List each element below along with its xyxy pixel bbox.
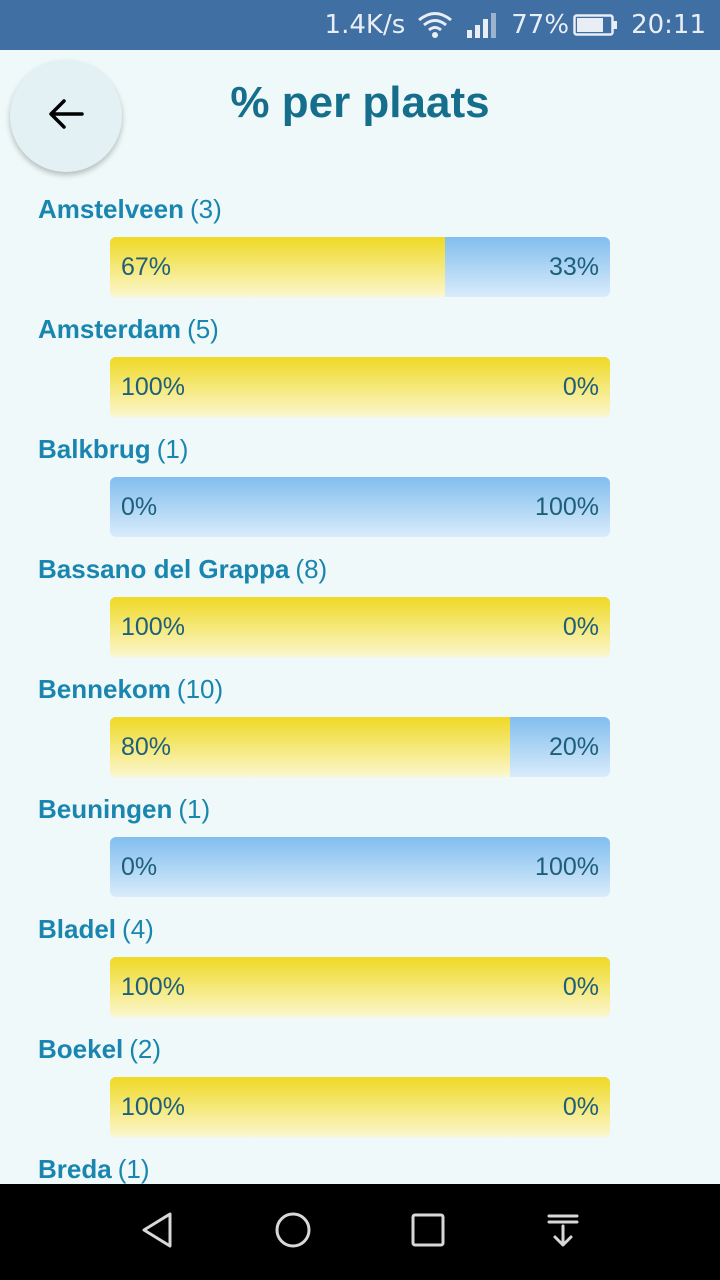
- percentage-bar-fill: [110, 597, 610, 657]
- list-item[interactable]: Breda (1): [0, 1140, 720, 1184]
- page-title: % per plaats: [230, 78, 490, 127]
- list-item[interactable]: Bassano del Grappa (8) 100% 0%: [0, 540, 720, 660]
- list-item[interactable]: Boekel (2) 100% 0%: [0, 1020, 720, 1140]
- battery-icon: [573, 13, 619, 37]
- left-percentage: 0%: [121, 852, 158, 881]
- nav-back-button[interactable]: [128, 1202, 188, 1262]
- place-label: Balkbrug (1): [38, 434, 188, 465]
- percentage-bar: 0% 100%: [110, 837, 610, 897]
- left-percentage: 100%: [121, 1092, 185, 1121]
- place-count: (1): [117, 1154, 150, 1184]
- place-count: (2): [129, 1034, 162, 1064]
- left-percentage: 67%: [121, 252, 172, 281]
- place-label: Bladel (4): [38, 914, 154, 945]
- home-circle-icon: [273, 1210, 313, 1255]
- list-item[interactable]: Amstelveen (3) 67% 33%: [0, 180, 720, 300]
- percentage-bar-fill: [110, 1077, 610, 1137]
- place-label: Bassano del Grappa (8): [38, 554, 327, 585]
- place-label: Breda (1): [38, 1154, 149, 1184]
- place-count: (3): [189, 194, 222, 224]
- place-label: Bennekom (10): [38, 674, 223, 705]
- percentage-bar: 67% 33%: [110, 237, 610, 297]
- percentage-bar: 0% 100%: [110, 477, 610, 537]
- right-percentage: 0%: [562, 1092, 599, 1121]
- place-name: Amsterdam: [38, 314, 182, 344]
- right-percentage: 20%: [548, 732, 599, 761]
- place-label: Boekel (2): [38, 1034, 161, 1065]
- navigation-bar: [0, 1184, 720, 1280]
- place-count: (5): [187, 314, 219, 344]
- percentage-bar: 100% 0%: [110, 597, 610, 657]
- place-name: Balkbrug: [38, 434, 151, 464]
- nav-recents-button[interactable]: [398, 1202, 458, 1262]
- place-name: Amstelveen: [38, 194, 184, 224]
- place-name: Bassano del Grappa: [38, 554, 290, 584]
- right-percentage: 33%: [548, 252, 599, 281]
- list-item[interactable]: Bennekom (10) 80% 20%: [0, 660, 720, 780]
- place-count: (1): [156, 434, 189, 464]
- right-percentage: 100%: [535, 852, 599, 881]
- place-name: Breda: [38, 1154, 112, 1184]
- status-bar: 1.4K/s 77% 20:11: [0, 0, 720, 50]
- place-name: Boekel: [38, 1034, 124, 1064]
- left-percentage: 80%: [121, 732, 172, 761]
- right-percentage: 0%: [562, 972, 599, 1001]
- right-percentage: 0%: [562, 372, 599, 401]
- percentage-bar: 100% 0%: [110, 1077, 610, 1137]
- nav-notification-button[interactable]: [533, 1202, 593, 1262]
- battery-percent: 77%: [511, 10, 570, 40]
- left-percentage: 100%: [121, 612, 185, 641]
- place-name: Bennekom: [38, 674, 171, 704]
- place-label: Amsterdam (5): [38, 314, 219, 345]
- back-triangle-icon: [138, 1210, 178, 1255]
- list-item[interactable]: Amsterdam (5) 100% 0%: [0, 300, 720, 420]
- percentage-bar: 80% 20%: [110, 717, 610, 777]
- right-percentage: 0%: [562, 612, 599, 641]
- percentage-bar-fill: [110, 957, 610, 1017]
- place-count: (1): [178, 794, 211, 824]
- right-percentage: 100%: [535, 492, 599, 521]
- percentage-bar: 100% 0%: [110, 357, 610, 417]
- left-percentage: 0%: [121, 492, 158, 521]
- list-item[interactable]: Balkbrug (1) 0% 100%: [0, 420, 720, 540]
- left-percentage: 100%: [121, 372, 185, 401]
- recents-square-icon: [408, 1210, 448, 1255]
- place-list[interactable]: Amstelveen (3) 67% 33% Amsterdam (5) 100% 0% Bal…: [0, 180, 720, 1184]
- list-item[interactable]: Bladel (4) 100% 0%: [0, 900, 720, 1020]
- network-speed: 1.4K/s: [324, 10, 406, 40]
- place-name: Beuningen: [38, 794, 173, 824]
- left-percentage: 100%: [121, 972, 185, 1001]
- list-item[interactable]: Beuningen (1) 0% 100%: [0, 780, 720, 900]
- clock: 20:11: [631, 10, 706, 40]
- percentage-bar-fill: [110, 357, 610, 417]
- place-count: (10): [176, 674, 224, 704]
- signal-icon: [465, 12, 499, 38]
- place-count: (8): [295, 554, 328, 584]
- place-label: Beuningen (1): [38, 794, 210, 825]
- place-count: (4): [122, 914, 154, 944]
- percentage-bar: 100% 0%: [110, 957, 610, 1017]
- wifi-icon: [417, 11, 453, 39]
- nav-home-button[interactable]: [263, 1202, 323, 1262]
- notification-pull-icon: [543, 1210, 583, 1255]
- place-label: Amstelveen (3): [38, 194, 222, 225]
- place-name: Bladel: [38, 914, 117, 944]
